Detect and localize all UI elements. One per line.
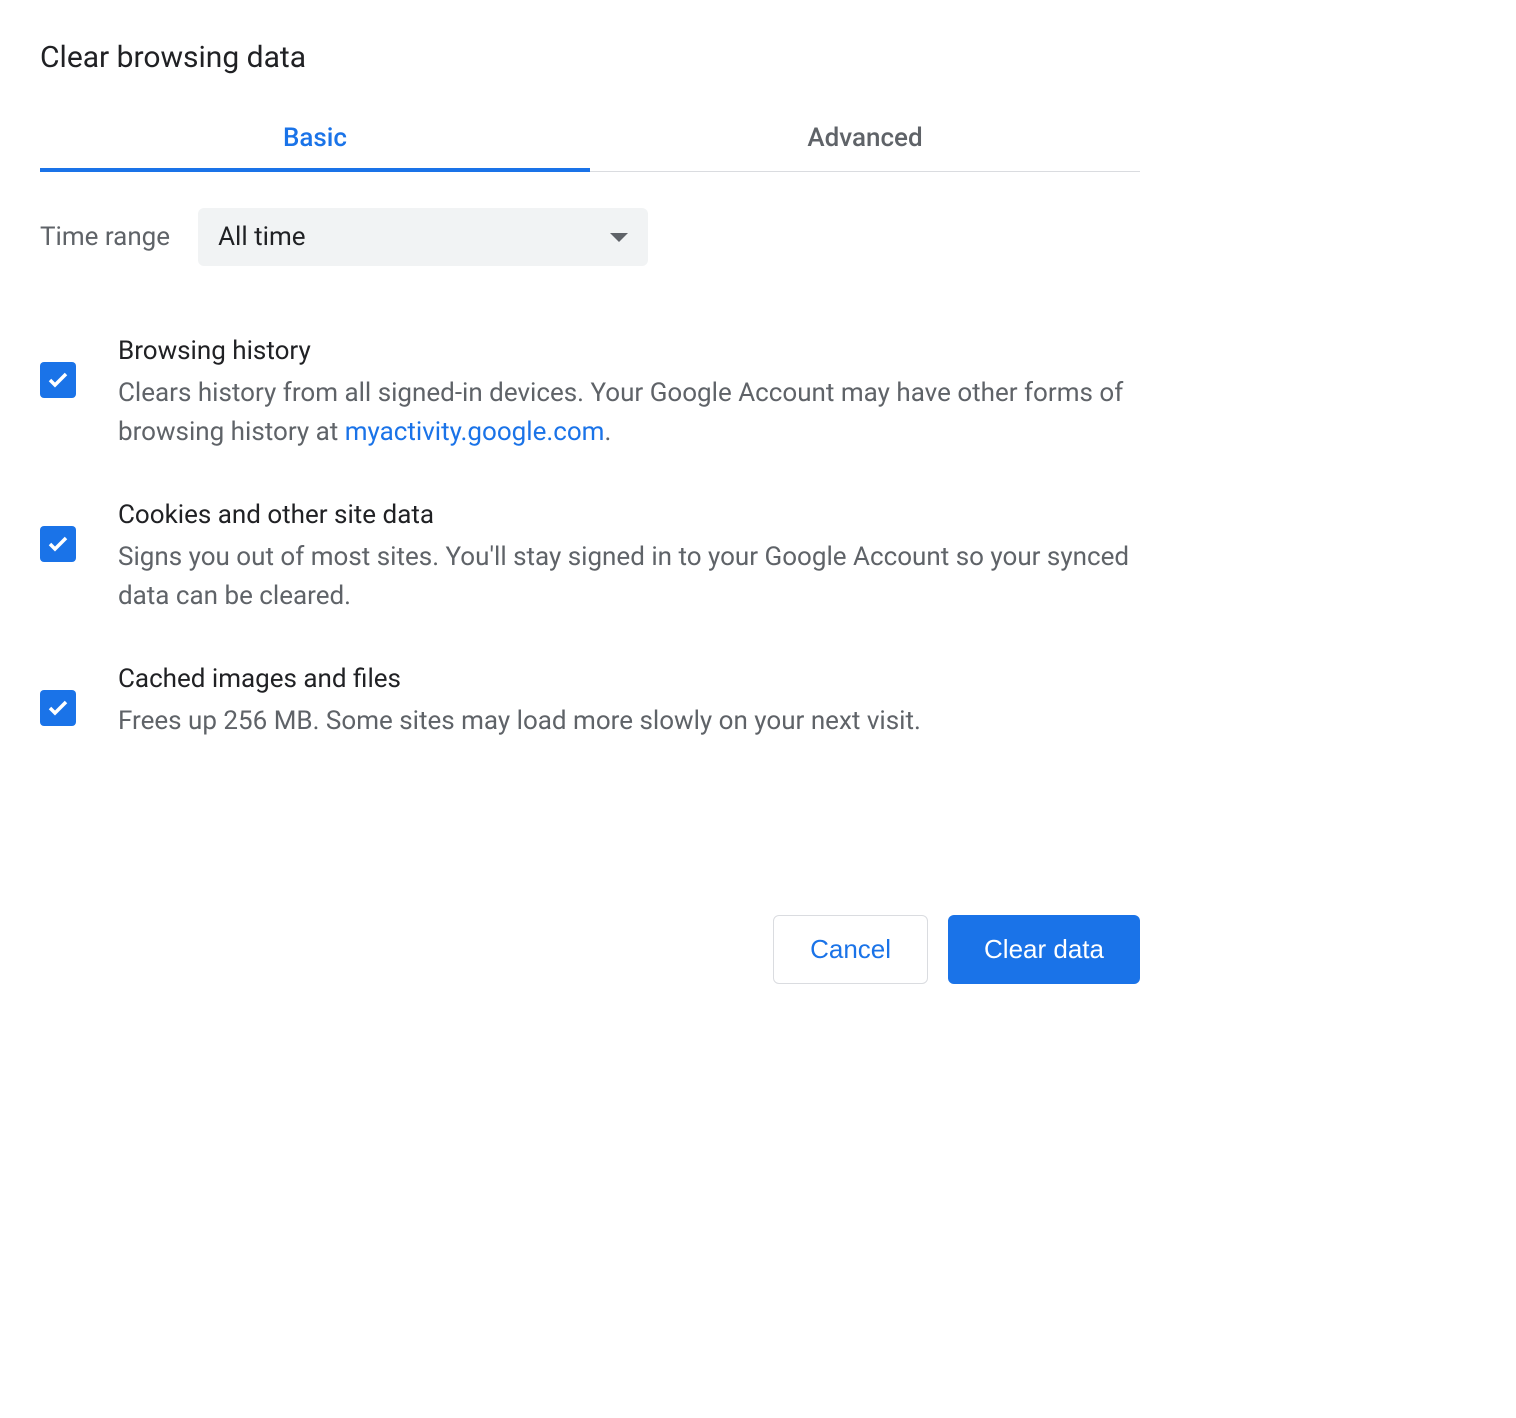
time-range-row: Time range All time: [40, 172, 1140, 302]
time-range-dropdown[interactable]: All time: [198, 208, 648, 266]
option-title: Cached images and files: [118, 664, 1140, 694]
option-cookies: Cookies and other site data Signs you ou…: [40, 476, 1140, 640]
chevron-down-icon: [610, 233, 628, 242]
option-desc: Signs you out of most sites. You'll stay…: [118, 538, 1140, 616]
option-desc: Frees up 256 MB. Some sites may load mor…: [118, 702, 1140, 741]
dialog-title: Clear browsing data: [40, 40, 1140, 105]
time-range-label: Time range: [40, 222, 170, 252]
checkbox-cookies[interactable]: [40, 526, 76, 562]
option-content: Cached images and files Frees up 256 MB.…: [118, 664, 1140, 741]
option-desc-post: .: [604, 417, 611, 447]
myactivity-link[interactable]: myactivity.google.com: [345, 417, 605, 447]
cancel-button[interactable]: Cancel: [773, 915, 928, 984]
option-title: Browsing history: [118, 336, 1140, 366]
option-content: Browsing history Clears history from all…: [118, 336, 1140, 452]
options-list: Browsing history Clears history from all…: [40, 302, 1140, 775]
checkmark-icon: [46, 532, 70, 556]
button-row: Cancel Clear data: [40, 775, 1140, 984]
checkbox-cached[interactable]: [40, 690, 76, 726]
option-desc: Clears history from all signed-in device…: [118, 374, 1140, 452]
checkbox-browsing-history[interactable]: [40, 362, 76, 398]
option-title: Cookies and other site data: [118, 500, 1140, 530]
checkmark-icon: [46, 696, 70, 720]
tab-advanced[interactable]: Advanced: [590, 105, 1140, 171]
time-range-value: All time: [218, 222, 305, 252]
option-desc-text: Clears history from all signed-in device…: [118, 378, 1123, 447]
clear-data-button[interactable]: Clear data: [948, 915, 1140, 984]
tab-basic[interactable]: Basic: [40, 105, 590, 171]
clear-browsing-data-dialog: Clear browsing data Basic Advanced Time …: [40, 40, 1140, 984]
option-browsing-history: Browsing history Clears history from all…: [40, 312, 1140, 476]
tabs-container: Basic Advanced: [40, 105, 1140, 172]
checkmark-icon: [46, 368, 70, 392]
option-cached: Cached images and files Frees up 256 MB.…: [40, 640, 1140, 765]
option-content: Cookies and other site data Signs you ou…: [118, 500, 1140, 616]
